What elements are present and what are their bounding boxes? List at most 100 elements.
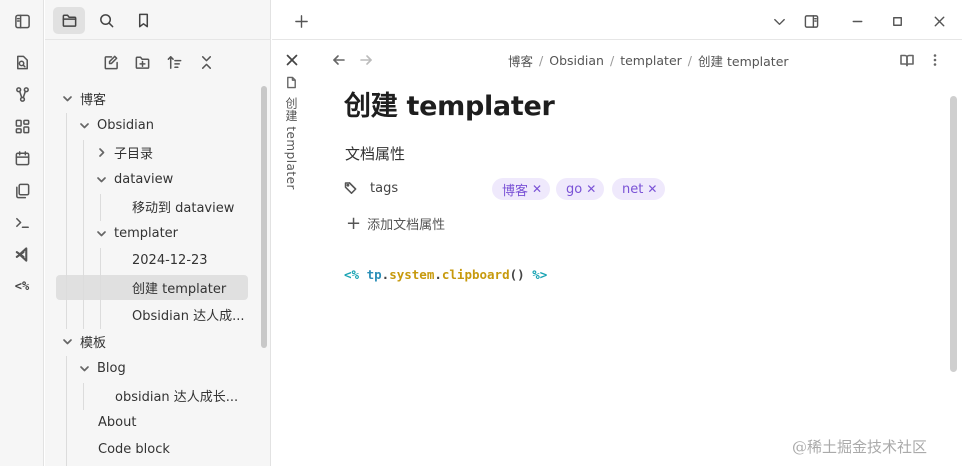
code-parens: ()	[509, 267, 525, 282]
tree-item-label: obsidian 达人成长...	[115, 390, 239, 405]
view-header: 博客 / Obsidian / templater / 创建 templater	[324, 41, 962, 79]
property-key[interactable]: tags	[370, 181, 398, 196]
add-property-button[interactable]: + 添加文档属性	[346, 214, 445, 233]
tree-item-label: Obsidian	[97, 118, 154, 133]
tree-folder[interactable]: 博客	[60, 86, 106, 111]
tree-folder[interactable]: Blog	[77, 356, 126, 381]
sidebar-scrollbar[interactable]	[261, 86, 267, 348]
title-bar	[272, 0, 962, 40]
tree-item-label: templater	[114, 226, 179, 241]
chevron-down-icon[interactable]	[94, 173, 108, 187]
tree-folder[interactable]: dataview	[94, 167, 173, 192]
tree-item-label: 博客	[80, 93, 107, 108]
canvas-icon[interactable]	[11, 115, 33, 137]
tab-bookmarks[interactable]	[127, 7, 159, 34]
tag-chip[interactable]: 博客 ✕	[492, 178, 551, 200]
indent-guide	[66, 113, 67, 329]
remove-tag-icon[interactable]: ✕	[647, 182, 657, 196]
more-options-icon[interactable]	[925, 50, 945, 70]
code-object: tp	[366, 267, 382, 282]
maximize-icon[interactable]	[886, 10, 908, 32]
new-folder-icon[interactable]	[131, 51, 153, 73]
reading-view-icon[interactable]	[897, 50, 917, 70]
terminal-icon[interactable]	[11, 211, 33, 233]
tree-file[interactable]: 移动到 dataview	[132, 194, 234, 219]
toggle-sidebar-icon[interactable]	[11, 10, 33, 32]
chevron-right-icon[interactable]	[94, 146, 108, 160]
new-tab-icon[interactable]	[290, 10, 312, 32]
tag-chip[interactable]: go ✕	[556, 178, 605, 200]
calendar-icon[interactable]	[11, 147, 33, 169]
tags-icon[interactable]	[344, 180, 362, 198]
indent-guide	[100, 248, 101, 329]
chevron-down-icon[interactable]	[77, 119, 91, 133]
tag-label: net	[622, 181, 644, 197]
tab-list-chevron-icon[interactable]	[768, 10, 790, 32]
tree-file[interactable]: Obsidian 达人成...	[132, 302, 244, 327]
tab-search[interactable]	[90, 7, 122, 34]
quick-switcher-icon[interactable]	[11, 51, 33, 73]
close-window-icon[interactable]	[928, 10, 950, 32]
minimize-icon[interactable]	[846, 10, 868, 32]
breadcrumb: 博客 / Obsidian / templater / 创建 templater	[508, 51, 789, 70]
indent-guide	[66, 356, 67, 466]
tab-file-explorer[interactable]	[53, 7, 85, 34]
tag-chip[interactable]: net ✕	[612, 178, 666, 200]
chevron-down-icon[interactable]	[60, 335, 74, 349]
vscode-icon[interactable]	[11, 243, 33, 265]
plus-icon: +	[346, 212, 362, 234]
tree-item-label: dataview	[114, 172, 174, 187]
tree-file[interactable]: Code block	[98, 437, 170, 462]
indent-guide	[83, 140, 84, 329]
tree-item-label: 创建 templater	[132, 282, 227, 297]
toggle-right-sidebar-icon[interactable]	[800, 10, 822, 32]
chevron-down-icon[interactable]	[94, 227, 108, 241]
close-tab-icon[interactable]	[283, 51, 301, 69]
breadcrumb-item[interactable]: Obsidian	[549, 53, 604, 68]
tree-item-label: Obsidian 达人成...	[132, 309, 245, 324]
editor-scrollbar[interactable]	[950, 96, 957, 372]
stacked-tab-title[interactable]: 创建 templater	[283, 97, 300, 190]
tree-file[interactable]: About	[98, 410, 136, 435]
back-arrow-icon[interactable]	[329, 50, 349, 70]
code-close-tag: %>	[532, 267, 548, 282]
tree-folder[interactable]: 模板	[60, 329, 106, 354]
collapse-all-icon[interactable]	[195, 51, 217, 73]
new-note-icon[interactable]	[99, 51, 121, 73]
tree-file[interactable]: 创建 templater	[56, 275, 248, 300]
templates-icon[interactable]	[11, 179, 33, 201]
chevron-down-icon[interactable]	[60, 92, 74, 106]
sort-order-icon[interactable]	[163, 51, 185, 73]
tree-file[interactable]: obsidian 达人成长...	[115, 383, 238, 408]
properties-heading[interactable]: 文档属性	[345, 143, 405, 164]
breadcrumb-separator: /	[539, 53, 544, 68]
tree-folder[interactable]: Obsidian	[77, 113, 154, 138]
remove-tag-icon[interactable]: ✕	[586, 182, 596, 196]
breadcrumb-current[interactable]: 创建 templater	[698, 51, 789, 70]
file-icon	[285, 74, 299, 89]
breadcrumb-separator: /	[609, 53, 615, 68]
tree-file[interactable]: 2024-12-23	[132, 248, 208, 273]
tree-folder[interactable]: 子目录	[94, 140, 153, 165]
graph-view-icon[interactable]	[11, 83, 33, 105]
breadcrumb-item[interactable]: templater	[620, 53, 682, 68]
watermark: @稀土掘金技术社区	[792, 438, 928, 456]
stacked-tab-header[interactable]: 创建 templater	[272, 41, 312, 466]
tree-item-label: About	[98, 415, 137, 430]
chevron-down-icon[interactable]	[77, 362, 91, 376]
templater-code-line[interactable]: <% tp.system.clipboard() %>	[344, 267, 547, 282]
remove-tag-icon[interactable]: ✕	[532, 182, 542, 196]
left-ribbon: <%	[0, 0, 44, 466]
breadcrumb-item[interactable]: 博客	[508, 51, 533, 70]
app-window: <% 博客 Obsidian 子目录 dataview 移动到 dataview t	[0, 0, 962, 466]
forward-arrow-icon[interactable]	[356, 50, 376, 70]
tree-item-label: 模板	[80, 336, 107, 351]
code-open-tag: <%	[344, 267, 360, 282]
tree-item-label: Code block	[98, 442, 170, 457]
templater-icon[interactable]: <%	[11, 275, 33, 297]
tree-item-label: 移动到 dataview	[132, 201, 235, 216]
code-module: system	[389, 267, 435, 282]
tree-folder[interactable]: templater	[94, 221, 178, 246]
code-dot: .	[434, 267, 442, 282]
note-title[interactable]: 创建 templater	[344, 84, 555, 123]
